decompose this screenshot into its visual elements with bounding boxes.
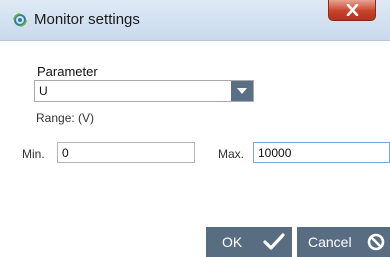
parameter-dropdown-button[interactable] — [231, 81, 253, 101]
cancel-button[interactable]: Cancel — [297, 227, 390, 257]
monitor-settings-icon — [12, 12, 28, 28]
ok-button[interactable]: OK — [206, 227, 292, 257]
min-label: Min. — [22, 147, 45, 161]
chevron-down-icon — [237, 88, 247, 94]
close-button[interactable] — [328, 0, 376, 21]
parameter-label: Parameter — [37, 64, 98, 79]
window-title: Monitor settings — [34, 11, 140, 28]
close-icon — [346, 4, 359, 16]
min-input[interactable] — [57, 142, 195, 163]
prohibited-icon — [367, 233, 385, 251]
parameter-select[interactable]: U — [34, 80, 254, 102]
checkmark-icon — [263, 233, 285, 250]
cancel-button-label: Cancel — [308, 234, 352, 250]
range-label: Range: (V) — [36, 111, 95, 125]
max-input[interactable] — [253, 142, 390, 163]
monitor-settings-dialog: Monitor settings Parameter U Range: (V) … — [0, 0, 390, 257]
max-label: Max. — [218, 147, 245, 161]
title-bar[interactable]: Monitor settings — [0, 0, 390, 41]
ok-button-label: OK — [222, 234, 243, 250]
parameter-select-value: U — [39, 84, 48, 98]
